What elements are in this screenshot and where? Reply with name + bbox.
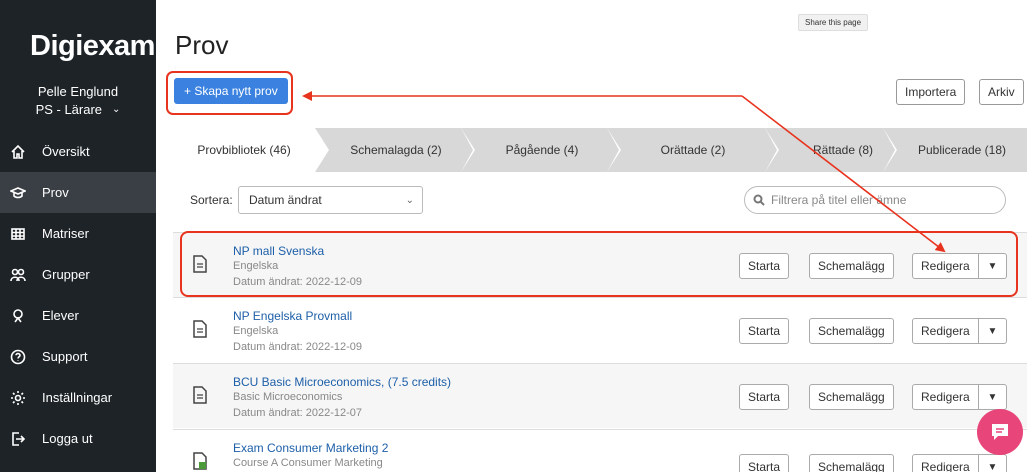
exam-subject: Course A Consumer Marketing [233,457,383,469]
sidebar-item-oversikt[interactable]: Översikt [0,131,156,172]
table-row: NP Engelska Provmall Engelska Datum ändr… [173,297,1027,362]
table-row: Exam Consumer Marketing 2 Course A Consu… [173,429,1027,472]
edit-dropdown-chevron-icon[interactable]: ▼ [979,454,1007,472]
tab-provbibliotek[interactable]: Provbibliotek (46) [173,128,315,172]
archive-button[interactable]: Arkiv [979,79,1024,105]
sidebar-item-label: Prov [42,185,69,200]
exam-date: Datum ändrat: 2022-12-07 [233,407,363,419]
tab-schemalagda[interactable]: Schemalagda (2) [331,128,461,172]
sidebar-item-label: Matriser [42,226,89,241]
sort-label: Sortera: [190,193,233,207]
exam-subject: Basic Microeconomics [233,391,343,403]
sidebar-item-support[interactable]: Support [0,336,156,377]
tab-separator [883,128,897,172]
sidebar-item-grupper[interactable]: Grupper [0,254,156,295]
import-button[interactable]: Importera [896,79,966,105]
help-icon [8,347,28,367]
page-title: Prov [175,30,229,60]
home-icon [8,142,28,162]
sidebar-item-label: Logga ut [42,431,93,446]
user-role: PS - Lärare [35,102,103,117]
tab-separator [607,128,621,172]
edit-button[interactable]: Redigera [912,318,979,344]
table-row: BCU Basic Microeconomics, (7.5 credits) … [173,363,1027,428]
sidebar-nav: Översikt Prov Matriser Grupper Elever Su… [0,131,156,459]
student-icon [8,306,28,326]
chevron-down-icon: ⌄ [405,195,414,206]
sort-select[interactable]: Datum ändrat ⌄ [238,186,423,214]
annotation-arrow-line [741,95,946,253]
tab-separator [765,128,779,172]
tab-orattade[interactable]: Orättade (2) [621,128,765,172]
sidebar-item-label: Grupper [42,267,90,282]
sidebar-item-label: Elever [42,308,79,323]
start-button[interactable]: Starta [739,384,790,410]
start-button[interactable]: Starta [739,454,790,472]
grid-icon [8,224,28,244]
group-icon [8,265,28,285]
exam-tabs: Provbibliotek (46) Schemalagda (2) Pågåe… [173,128,1027,172]
sidebar-item-matriser[interactable]: Matriser [0,213,156,254]
sidebar-item-prov[interactable]: Prov [0,172,156,213]
schedule-button[interactable]: Schemalägg [809,318,894,344]
sidebar: Digiexam Pelle Englund PS - Lärare ⌄ Över… [0,0,156,472]
sidebar-item-elever[interactable]: Elever [0,295,156,336]
tab-separator [461,128,475,172]
document-icon [193,386,207,404]
exam-title[interactable]: BCU Basic Microeconomics, (7.5 credits) [233,375,451,389]
sidebar-item-logga-ut[interactable]: Logga ut [0,418,156,459]
sort-value: Datum ändrat [249,193,322,207]
filter-input[interactable]: Filtrera på titel eller ämne [744,186,1006,214]
exam-title[interactable]: Exam Consumer Marketing 2 [233,441,388,455]
chevron-down-icon[interactable]: ⌄ [112,101,120,119]
sidebar-item-label: Inställningar [42,390,113,405]
tab-publicerade[interactable]: Publicerade (18) [897,128,1027,172]
chat-button[interactable] [977,409,1023,455]
search-icon [753,194,765,206]
annotation-highlight-create [166,71,293,115]
sidebar-item-installningar[interactable]: Inställningar [0,377,156,418]
filter-placeholder: Filtrera på titel eller ämne [771,193,907,207]
tab-pagaende[interactable]: Pågående (4) [475,128,609,172]
edit-dropdown-chevron-icon[interactable]: ▼ [979,384,1007,410]
user-name: Pelle Englund [37,84,119,99]
share-tooltip: Share this page [798,14,869,31]
edit-dropdown-chevron-icon[interactable]: ▼ [979,318,1007,344]
edit-button[interactable]: Redigera [912,384,979,410]
schedule-button[interactable]: Schemalägg [809,384,894,410]
graduation-cap-icon [8,183,28,203]
user-menu[interactable]: Pelle Englund PS - Lärare ⌄ [0,83,156,119]
document-icon [193,320,207,338]
logout-icon [8,429,28,449]
tab-separator [315,128,329,172]
chat-icon [992,424,1008,440]
start-button[interactable]: Starta [739,318,790,344]
exam-title[interactable]: NP Engelska Provmall [233,309,352,323]
exam-subject: Engelska [233,325,279,337]
edit-button[interactable]: Redigera [912,454,979,472]
gear-icon [8,388,28,408]
sidebar-item-label: Support [42,349,88,364]
app-logo[interactable]: Digiexam [30,30,155,63]
schedule-button[interactable]: Schemalägg [809,454,894,472]
annotation-highlight-row [180,231,1018,297]
spreadsheet-document-icon [193,452,207,470]
sidebar-item-label: Översikt [42,144,90,159]
exam-date: Datum ändrat: 2022-12-09 [233,341,363,353]
